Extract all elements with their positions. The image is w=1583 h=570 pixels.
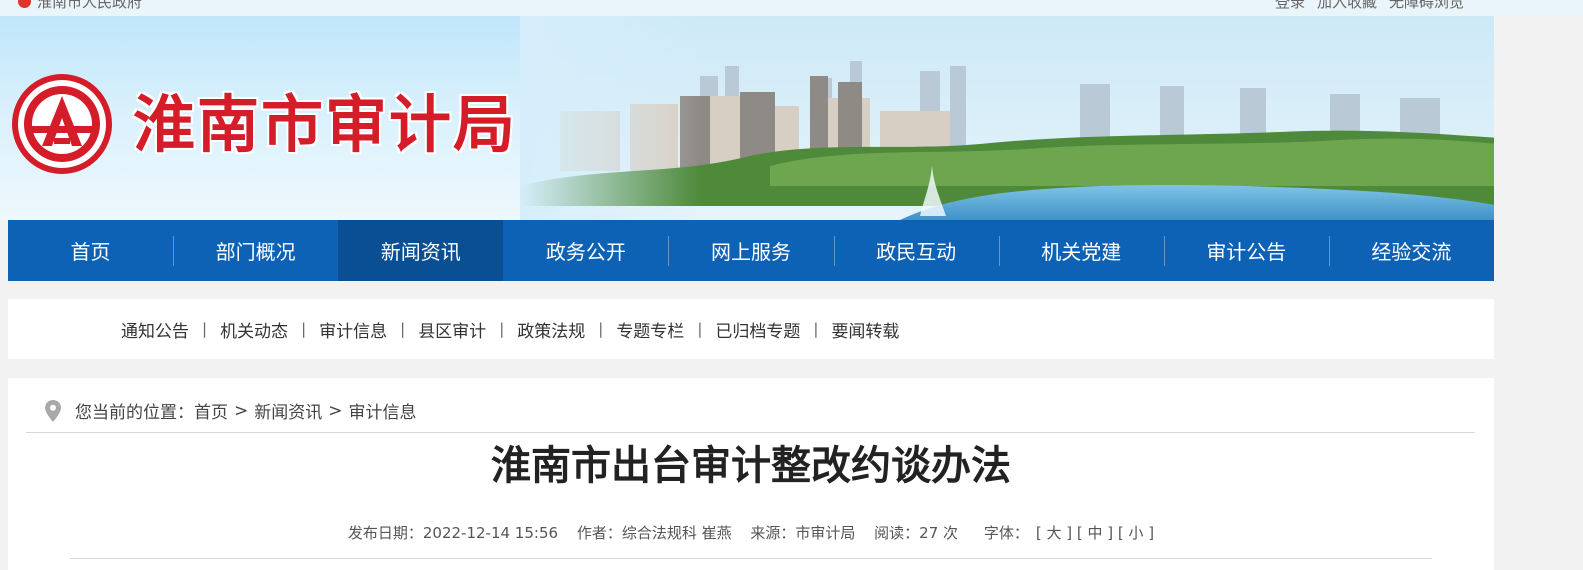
subnav-item-agency-news[interactable]: 机关动态 [220, 317, 288, 342]
subnav-item-topics[interactable]: 专题专栏 [616, 317, 684, 342]
font-small-button[interactable]: [ 小 ] [1118, 524, 1154, 542]
font-large-button[interactable]: [ 大 ] [1036, 524, 1072, 542]
article-meta: 发布日期：2022-12-14 15:56 作者：综合法规科 崔燕 来源：市审计… [8, 522, 1494, 543]
font-medium-button[interactable]: [ 中 ] [1077, 524, 1113, 542]
accessibility-link[interactable]: 无障碍浏览 [1389, 0, 1464, 12]
breadcrumb-prefix: 您当前的位置： [75, 403, 194, 423]
gov-emblem-icon [18, 0, 31, 8]
subnav-item-audit-info[interactable]: 审计信息 [319, 317, 387, 342]
article-title: 淮南市出台审计整改约谈办法 [491, 443, 1011, 489]
font-size-controls: 字体： [ 大 ] [ 中 ] [ 小 ] [977, 524, 1154, 542]
subnav-separator: | [697, 320, 703, 338]
login-link[interactable]: 登录 [1275, 0, 1305, 12]
main-nav: 首页 部门概况 新闻资讯 政务公开 网上服务 政民互动 机关党建 审计公告 经验… [8, 220, 1494, 281]
header-banner: 淮南市审计局 [0, 16, 1583, 220]
location-pin-icon [45, 399, 61, 422]
article-panel: 您当前的位置： 首页 > 新闻资讯 > 审计信息 淮南市出台审计整改约谈办法 发… [8, 378, 1494, 570]
nav-item-gov-affairs[interactable]: 政务公开 [503, 220, 668, 281]
subnav-separator: | [499, 320, 505, 338]
subnav-separator: | [202, 320, 208, 338]
favorite-link[interactable]: 加入收藏 [1317, 0, 1377, 12]
breadcrumb-home[interactable]: 首页 [194, 398, 228, 423]
breadcrumb-separator: > [328, 400, 343, 421]
nav-item-party-building[interactable]: 机关党建 [998, 220, 1164, 281]
source: 来源：市审计局 [750, 524, 856, 542]
subnav-separator: | [301, 320, 307, 338]
nav-item-news[interactable]: 新闻资讯 [338, 220, 504, 281]
site-title: 淮南市审计局 [133, 88, 518, 161]
breadcrumb-audit-info[interactable]: 审计信息 [349, 398, 417, 423]
top-utility-bar: 淮南市人民政府 登录 加入收藏 无障碍浏览 [0, 0, 1583, 16]
subnav-item-policy[interactable]: 政策法规 [517, 317, 585, 342]
top-links: 登录 加入收藏 无障碍浏览 [1275, 0, 1464, 12]
breadcrumb-separator: > [234, 400, 249, 421]
banner-right-margin [1494, 16, 1583, 220]
subnav-separator: | [813, 320, 819, 338]
gov-link-label: 淮南市人民政府 [37, 0, 143, 11]
author: 作者：综合法规科 崔燕 [576, 524, 732, 542]
sub-nav: 通知公告 | 机关动态 | 审计信息 | 县区审计 | 政策法规 | 专题专栏 … [8, 299, 1494, 359]
nav-item-about[interactable]: 部门概况 [173, 220, 338, 281]
font-size-label: 字体： [983, 524, 1029, 542]
breadcrumb-news[interactable]: 新闻资讯 [254, 398, 322, 423]
subnav-item-county-audit[interactable]: 县区审计 [418, 317, 486, 342]
subnav-separator: | [598, 320, 604, 338]
subnav-item-reprints[interactable]: 要闻转载 [831, 317, 899, 342]
divider [26, 432, 1475, 433]
subnav-separator: | [400, 320, 406, 338]
nav-item-home[interactable]: 首页 [8, 220, 173, 281]
divider [70, 558, 1432, 559]
nav-item-audit-notices[interactable]: 审计公告 [1163, 220, 1329, 281]
read-count: 阅读：27 次 [874, 524, 959, 542]
nav-item-online-services[interactable]: 网上服务 [668, 220, 833, 281]
nav-item-interaction[interactable]: 政民互动 [833, 220, 999, 281]
subnav-item-archived[interactable]: 已归档专题 [715, 317, 800, 342]
nav-item-experience[interactable]: 经验交流 [1328, 220, 1494, 281]
city-skyline-image [520, 16, 1500, 220]
audit-emblem-icon[interactable] [10, 68, 114, 180]
gov-link[interactable]: 淮南市人民政府 [18, 0, 142, 12]
subnav-item-notices[interactable]: 通知公告 [121, 317, 189, 342]
publish-date: 发布日期：2022-12-14 15:56 [347, 524, 559, 542]
breadcrumb: 您当前的位置： 首页 > 新闻资讯 > 审计信息 [45, 398, 417, 423]
